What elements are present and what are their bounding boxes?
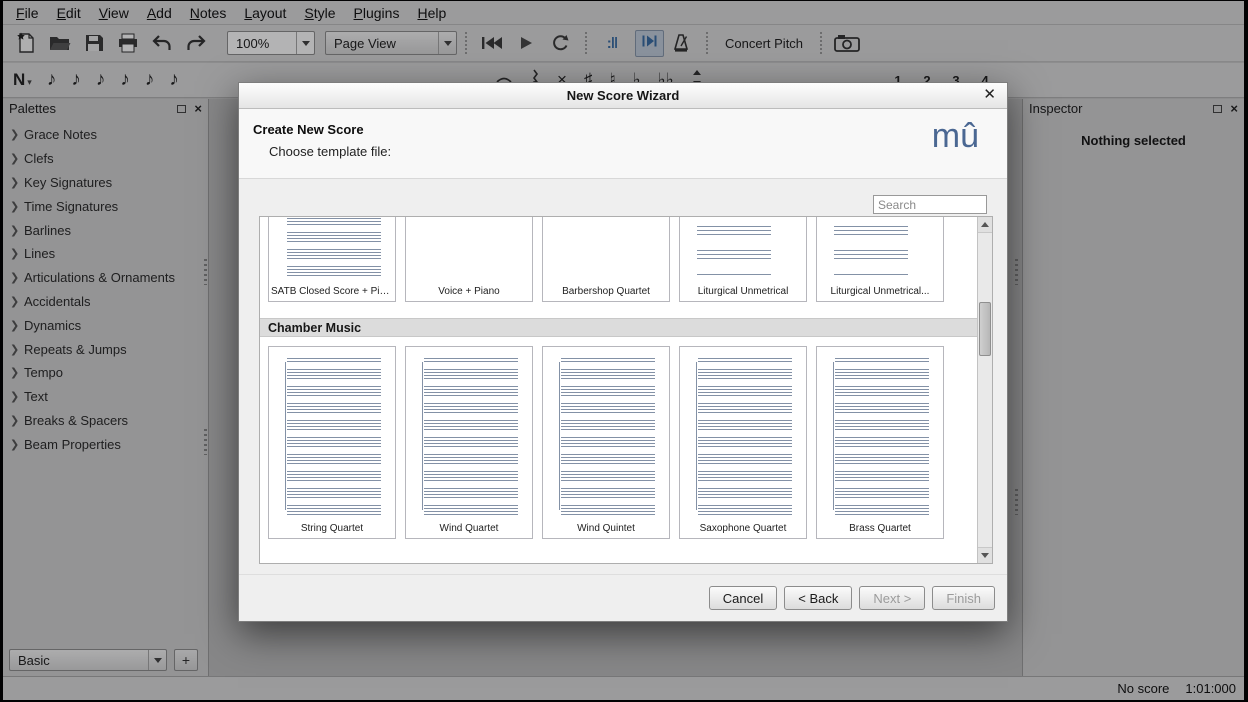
- musescore-logo: mû: [932, 117, 979, 156]
- template-card[interactable]: SATB Closed Score + Piano: [268, 217, 396, 302]
- desktop: File Edit View Add Notes Layout Style Pl…: [0, 0, 1248, 702]
- template-card[interactable]: Voice + Piano: [405, 217, 533, 302]
- template-card[interactable]: Brass Quartet: [816, 346, 944, 539]
- template-card[interactable]: Barbershop Quartet: [542, 217, 670, 302]
- dialog-title: New Score Wizard: [567, 88, 680, 103]
- template-thumbnail: [685, 352, 801, 520]
- scroll-up-button[interactable]: [978, 217, 992, 233]
- arrow-up-icon: [981, 222, 989, 227]
- template-list-viewport: SATB Closed Score + Piano Voice + Piano …: [260, 217, 977, 563]
- dialog-header: Create New Score Choose template file:: [239, 109, 1007, 179]
- next-button: Next >: [859, 586, 925, 610]
- template-thumbnail: [548, 217, 664, 283]
- template-label: Barbershop Quartet: [543, 285, 669, 301]
- template-label: SATB Closed Score + Piano: [269, 285, 395, 301]
- template-thumbnail: [411, 217, 527, 283]
- template-thumbnail: [274, 217, 390, 283]
- template-thumbnail: [548, 352, 664, 520]
- template-label: String Quartet: [269, 522, 395, 538]
- template-thumbnail: [822, 217, 938, 283]
- template-card[interactable]: Wind Quintet: [542, 346, 670, 539]
- dialog-titlebar[interactable]: New Score Wizard ✕: [239, 83, 1007, 109]
- scroll-handle[interactable]: [979, 302, 991, 356]
- back-button[interactable]: < Back: [784, 586, 852, 610]
- button-separator: [239, 574, 1007, 575]
- new-score-wizard-dialog: New Score Wizard ✕ Create New Score Choo…: [238, 82, 1008, 622]
- template-card[interactable]: Saxophone Quartet: [679, 346, 807, 539]
- template-label: Voice + Piano: [406, 285, 532, 301]
- template-card[interactable]: Liturgical Unmetrical...: [816, 217, 944, 302]
- template-label: Liturgical Unmetrical...: [817, 285, 943, 301]
- template-label: Liturgical Unmetrical: [680, 285, 806, 301]
- template-card[interactable]: String Quartet: [268, 346, 396, 539]
- template-list: SATB Closed Score + Piano Voice + Piano …: [259, 216, 993, 564]
- template-label: Saxophone Quartet: [680, 522, 806, 538]
- template-thumbnail: [274, 352, 390, 520]
- template-search-input[interactable]: [873, 195, 987, 214]
- wizard-heading: Create New Score: [253, 122, 1007, 137]
- template-label: Brass Quartet: [817, 522, 943, 538]
- template-row-chamber: String Quartet Wind Quartet Wind Quintet…: [260, 346, 977, 539]
- template-label: Wind Quartet: [406, 522, 532, 538]
- template-card[interactable]: Wind Quartet: [405, 346, 533, 539]
- scroll-down-button[interactable]: [978, 547, 992, 563]
- template-scrollbar[interactable]: [977, 217, 992, 563]
- arrow-down-icon: [981, 553, 989, 558]
- template-row-choral: SATB Closed Score + Piano Voice + Piano …: [260, 217, 977, 302]
- wizard-subheading: Choose template file:: [269, 144, 1007, 159]
- template-thumbnail: [685, 217, 801, 283]
- template-thumbnail: [822, 352, 938, 520]
- template-card[interactable]: Liturgical Unmetrical: [679, 217, 807, 302]
- template-label: Wind Quintet: [543, 522, 669, 538]
- template-thumbnail: [411, 352, 527, 520]
- section-header-chamber-music: Chamber Music: [260, 318, 977, 337]
- dialog-close-button[interactable]: ✕: [983, 87, 996, 102]
- finish-button: Finish: [932, 586, 995, 610]
- dialog-buttons: Cancel < Back Next > Finish: [709, 586, 995, 610]
- cancel-button[interactable]: Cancel: [709, 586, 777, 610]
